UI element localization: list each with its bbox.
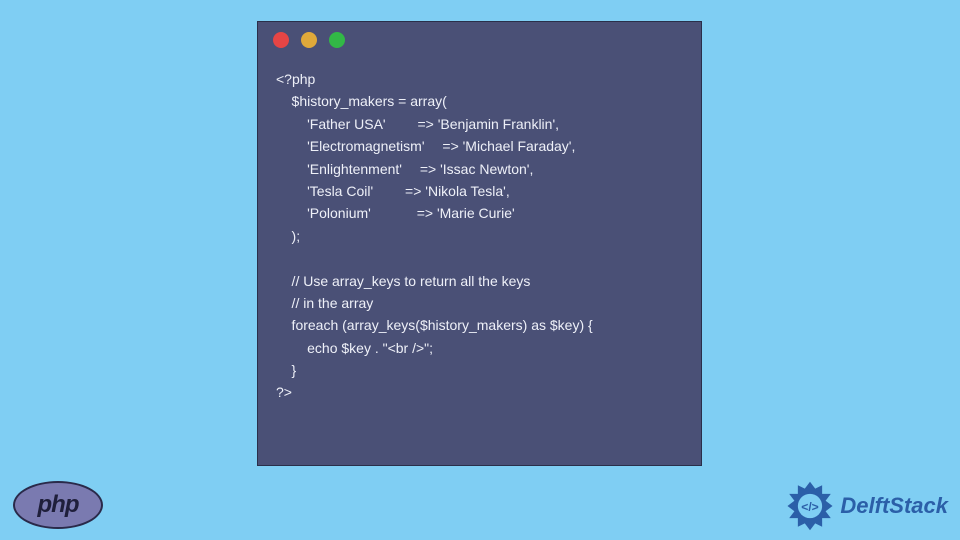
code-line: // in the array <box>276 295 373 311</box>
maximize-icon <box>329 32 345 48</box>
code-line: 'Enlightenment' => 'Issac Newton', <box>276 161 533 177</box>
php-logo: php <box>13 481 103 529</box>
code-line: foreach (array_keys($history_makers) as … <box>276 317 593 333</box>
code-line: 'Father USA' => 'Benjamin Franklin', <box>276 116 559 132</box>
code-line: 'Tesla Coil' => 'Nikola Tesla', <box>276 183 510 199</box>
code-line: // Use array_keys to return all the keys <box>276 273 530 289</box>
minimize-icon <box>301 32 317 48</box>
php-logo-text: php <box>38 491 79 519</box>
brand-icon: </> <box>784 480 836 532</box>
window-titlebar <box>258 22 701 58</box>
code-block: <?php $history_makers = array( 'Father U… <box>258 58 701 422</box>
code-line: ); <box>276 228 300 244</box>
close-icon <box>273 32 289 48</box>
brand-name: DelftStack <box>840 493 948 519</box>
code-line: <?php <box>276 71 315 87</box>
svg-text:</>: </> <box>802 500 820 514</box>
code-line: } <box>276 362 296 378</box>
code-line: echo $key . "<br />"; <box>276 340 433 356</box>
code-line: 'Polonium' => 'Marie Curie' <box>276 205 515 221</box>
brand-logo: </> DelftStack <box>784 480 948 532</box>
code-line: ?> <box>276 384 292 400</box>
code-line: 'Electromagnetism' => 'Michael Faraday', <box>276 138 575 154</box>
code-line: $history_makers = array( <box>276 93 447 109</box>
code-window: <?php $history_makers = array( 'Father U… <box>257 21 702 466</box>
